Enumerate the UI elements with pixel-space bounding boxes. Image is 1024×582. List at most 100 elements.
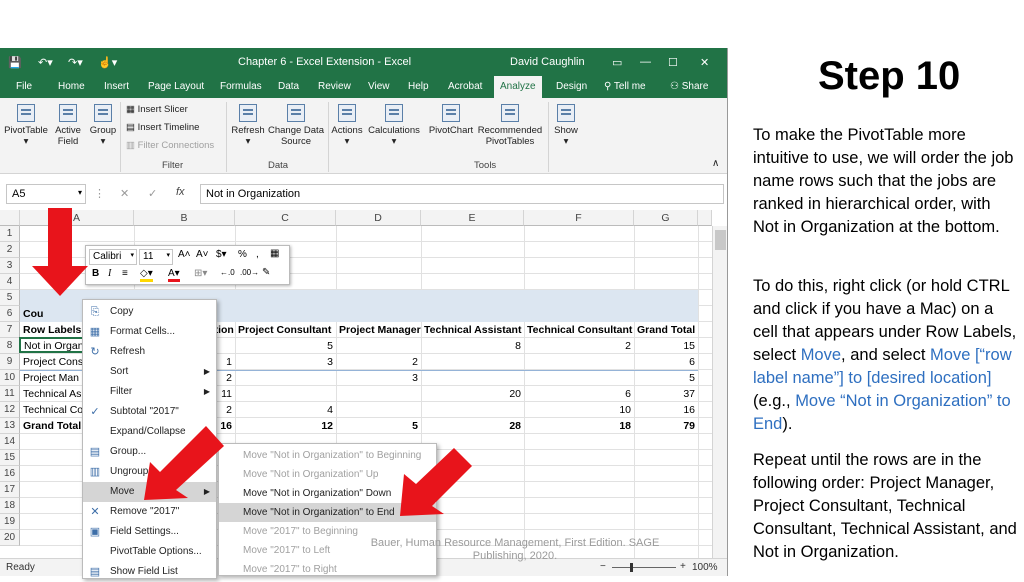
column-header-a[interactable]: A [20,210,134,226]
column-header-c[interactable]: C [235,210,336,226]
vertical-scrollbar[interactable] [712,226,727,558]
column-header-f[interactable]: F [524,210,634,226]
cell-d10[interactable]: 5 [336,418,421,434]
row-header[interactable]: 3 [0,258,20,274]
actions-button[interactable]: Actions ▾ [330,104,364,147]
tab-formulas[interactable]: Formulas [220,81,262,92]
clear-format-icon[interactable]: ✎ [262,267,270,278]
font-name-select[interactable]: Calibri ▾ [89,249,137,265]
redo-icon[interactable]: ↷▾ [68,56,83,69]
move-submenu-item[interactable]: Move "Not in Organization" to End [219,503,436,522]
context-menu-item[interactable]: Sort ▶ [83,362,216,382]
change-data-source-button[interactable]: Change Data Source [268,104,324,147]
tab-data[interactable]: Data [278,81,299,92]
context-menu-item[interactable]: Move ▶ [83,482,216,502]
row-header[interactable]: 13 [0,418,20,434]
context-menu-item[interactable]: PivotTable Options... [83,542,216,562]
cell-f10[interactable]: 18 [524,418,634,434]
row-header[interactable]: 2 [0,242,20,258]
cell-g7[interactable]: 5 [634,370,698,386]
decrease-decimal-icon[interactable]: .00→ [240,268,259,277]
cell-g8[interactable]: 37 [634,386,698,402]
cell-g4[interactable]: Grand Total [634,322,698,338]
row-header[interactable]: 16 [0,466,20,482]
move-submenu-item[interactable]: Move "Not in Organization" Down [219,484,436,503]
tab-design[interactable]: Design [556,81,587,92]
show-button[interactable]: Show ▾ [552,104,580,147]
scrollbar-thumb[interactable] [715,230,726,250]
recommended-pivottables-button[interactable]: Recommended PivotTables [476,104,544,147]
cell-f4[interactable]: Technical Consultant [524,322,634,338]
cell-c10[interactable]: 12 [235,418,336,434]
cell-e5[interactable]: 8 [421,338,524,354]
row-header[interactable]: 5 [0,290,20,306]
touch-mode-icon[interactable]: ☝▾ [98,56,117,69]
zoom-slider[interactable] [612,567,676,568]
ribbon-display-icon[interactable]: ▭ [612,56,622,69]
context-menu-item[interactable]: Filter ▶ [83,382,216,402]
cell-c5[interactable]: 5 [235,338,336,354]
insert-timeline-button[interactable]: ▤ Insert Timeline [126,122,199,133]
column-header-d[interactable]: D [336,210,421,226]
comma-icon[interactable]: , [256,249,259,260]
bold-icon[interactable]: B [92,268,99,279]
cell-c9[interactable]: 4 [235,402,336,418]
context-menu-item[interactable]: ✓ Subtotal "2017" [83,402,216,422]
group-button[interactable]: Group ▾ [88,104,118,147]
tab-page-layout[interactable]: Page Layout [148,81,204,92]
percent-icon[interactable]: % [238,249,247,260]
context-menu-item[interactable]: ▤ Show Field List [83,562,216,582]
collapse-ribbon-icon[interactable]: ∧ [712,158,719,169]
align-center-icon[interactable]: ≡ [122,268,128,279]
move-submenu-item[interactable]: Move "Not in Organization" to Beginning [219,446,436,465]
refresh-button[interactable]: Refresh ▾ [230,104,266,147]
context-menu-item[interactable]: ▤ Group... [83,442,216,462]
select-all-corner[interactable] [0,210,20,226]
font-color-icon[interactable]: A▾ [168,268,180,282]
context-menu-item[interactable]: ▣ Field Settings... [83,522,216,542]
zoom-level[interactable]: 100% [692,562,718,573]
tab-help[interactable]: Help [408,81,429,92]
minimize-icon[interactable]: — [640,56,651,68]
row-header[interactable]: 15 [0,450,20,466]
calculations-button[interactable]: Calculations ▾ [366,104,422,147]
row-header[interactable]: 9 [0,354,20,370]
cell-c4[interactable]: Project Consultant [235,322,336,338]
row-header[interactable]: 4 [0,274,20,290]
row-header[interactable]: 19 [0,514,20,530]
row-header[interactable]: 8 [0,338,20,354]
tab-file[interactable]: File [16,81,32,92]
tab-view[interactable]: View [368,81,390,92]
formula-input[interactable]: Not in Organization [200,184,724,204]
move-submenu-item[interactable]: Move "Not in Organization" Up [219,465,436,484]
cell-c6[interactable]: 3 [235,354,336,370]
cell-e10[interactable]: 28 [421,418,524,434]
increase-decimal-icon[interactable]: ←.0 [220,268,235,277]
cell-g10[interactable]: 79 [634,418,698,434]
row-header[interactable]: 14 [0,434,20,450]
undo-icon[interactable]: ↶▾ [38,56,53,69]
cell-d6[interactable]: 2 [336,354,421,370]
context-menu-item[interactable]: Expand/Collapse ▶ [83,422,216,442]
filter-connections-button[interactable]: ▥ Filter Connections [126,140,214,151]
insert-function-icon[interactable]: fx [176,186,185,198]
cell-f5[interactable]: 2 [524,338,634,354]
context-menu-item[interactable]: ✕ Remove "2017" [83,502,216,522]
row-header[interactable]: 18 [0,498,20,514]
column-header-g[interactable]: G [634,210,698,226]
currency-icon[interactable]: $▾ [216,249,227,260]
cancel-icon[interactable]: ✕ [120,187,129,200]
tab-acrobat[interactable]: Acrobat [448,81,482,92]
row-header[interactable]: 11 [0,386,20,402]
cell-f9[interactable]: 10 [524,402,634,418]
maximize-icon[interactable]: ☐ [668,56,678,69]
context-menu-item[interactable]: ▦ Format Cells... [83,322,216,342]
fill-color-icon[interactable]: ◇▾ [140,268,153,282]
row-header[interactable]: 7 [0,322,20,338]
row-header[interactable]: 6 [0,306,20,322]
format-painter-icon[interactable]: ▦ [270,248,279,259]
context-menu-item[interactable]: ⎘ Copy [83,302,216,322]
enter-icon[interactable]: ✓ [148,187,157,200]
column-header-h[interactable] [698,210,712,226]
cell-g6[interactable]: 6 [634,354,698,370]
